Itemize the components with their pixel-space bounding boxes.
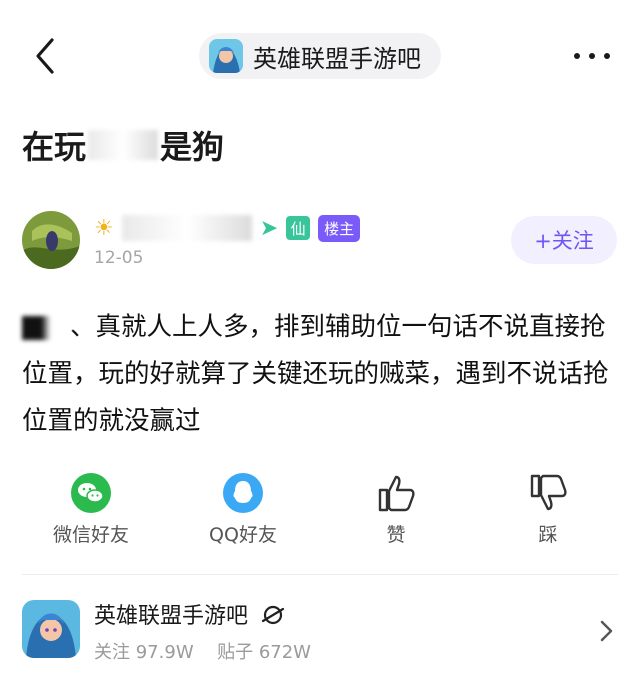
forum-card-name[interactable]: 英雄联盟手游吧 xyxy=(94,598,285,630)
forum-follow-label: 关注 xyxy=(94,642,130,663)
forum-stats: 关注 97.9W 贴子 672W xyxy=(94,638,311,664)
forum-posts-label: 贴子 xyxy=(217,642,254,663)
author-avatar[interactable] xyxy=(22,211,80,269)
title-text-start: 在玩 xyxy=(22,128,87,166)
forum-pill[interactable]: 英雄联盟手游吧 xyxy=(199,33,441,79)
thumbs-up-icon xyxy=(375,472,417,514)
redacted-text xyxy=(22,316,70,340)
forum-card-title: 英雄联盟手游吧 xyxy=(94,604,249,629)
planet-icon xyxy=(261,605,285,625)
divider xyxy=(22,574,618,575)
forum-avatar[interactable] xyxy=(22,600,80,658)
author-info: ☀ ➤ 仙 楼主 xyxy=(94,212,361,244)
forum-posts-count: 672W xyxy=(258,642,311,663)
share-wechat-button[interactable]: 微信好友 xyxy=(31,472,151,547)
redacted-username xyxy=(121,215,252,241)
qq-icon xyxy=(222,472,264,514)
share-wechat-label: 微信好友 xyxy=(52,524,129,546)
chevron-left-icon[interactable] xyxy=(30,36,62,76)
post-body-text: 、真就人上人多，排到辅助位一句话不说直接抢位置，玩的好就算了关键还玩的贼菜，遇到… xyxy=(22,312,609,436)
level-arrow-icon: ➤ xyxy=(259,215,279,241)
dislike-button[interactable]: 踩 xyxy=(488,472,608,547)
post-content: 、真就人上人多，排到辅助位一句话不说直接抢位置，玩的好就算了关键还玩的贼菜，遇到… xyxy=(22,304,622,445)
redacted-text xyxy=(88,130,159,160)
forum-avatar-small xyxy=(209,39,243,73)
chevron-right-icon[interactable] xyxy=(598,619,614,643)
author-badge: 楼主 xyxy=(318,214,361,242)
sun-icon: ☀ xyxy=(94,215,114,241)
post-date: 12-05 xyxy=(94,248,144,268)
title-text-end: 是狗 xyxy=(160,128,225,166)
like-label: 赞 xyxy=(386,524,406,546)
like-button[interactable]: 赞 xyxy=(336,472,456,547)
wechat-icon xyxy=(70,472,112,514)
more-dots-icon[interactable] xyxy=(572,48,612,64)
post-title: 在玩 是狗 xyxy=(22,122,224,168)
thumbs-down-icon xyxy=(527,472,569,514)
forum-follow-count: 97.9W xyxy=(135,642,194,663)
xian-badge: 仙 xyxy=(286,216,311,240)
share-qq-label: QQ好友 xyxy=(209,524,277,546)
dislike-label: 踩 xyxy=(538,524,558,546)
follow-button[interactable]: +关注 xyxy=(511,216,617,264)
forum-title: 英雄联盟手游吧 xyxy=(253,44,421,73)
share-qq-button[interactable]: QQ好友 xyxy=(183,472,303,547)
